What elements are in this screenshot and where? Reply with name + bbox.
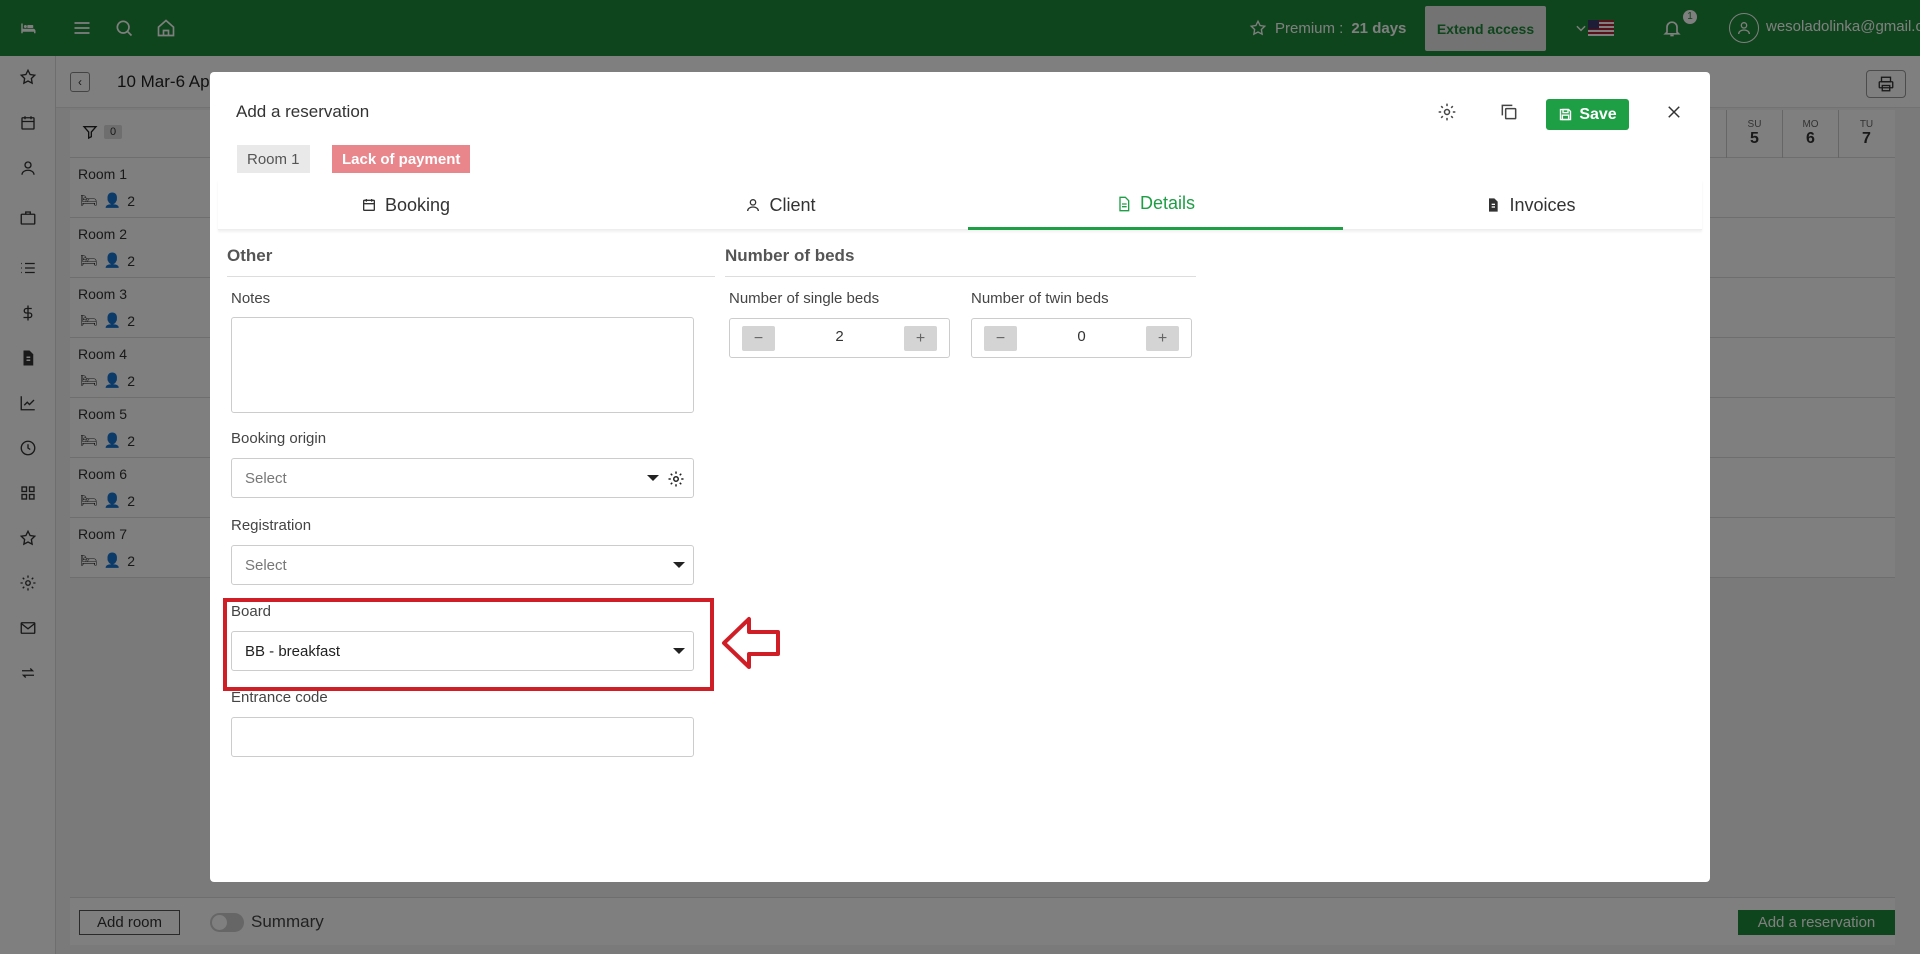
decrement-button[interactable]: −	[742, 326, 775, 351]
caret-down-icon	[647, 475, 659, 481]
payment-status-badge: Lack of payment	[332, 145, 471, 173]
twin-beds-value[interactable]: 0	[1022, 328, 1141, 345]
registration-select[interactable]: Select	[231, 545, 694, 585]
booking-origin-label: Booking origin	[231, 430, 327, 447]
room-tag: Room 1	[237, 145, 310, 173]
increment-button[interactable]: +	[904, 326, 937, 351]
caret-down-icon	[673, 562, 685, 568]
tab-invoices[interactable]: Invoices	[1343, 180, 1718, 230]
modal-title: Add a reservation	[236, 102, 370, 121]
single-beds-stepper: − 2 +	[729, 318, 950, 358]
decrement-button[interactable]: −	[984, 326, 1017, 351]
tab-client[interactable]: Client	[593, 180, 968, 230]
tab-label: Client	[769, 194, 816, 215]
close-button[interactable]	[1662, 100, 1686, 124]
arrow-left-icon	[721, 615, 781, 676]
calendar-icon	[362, 199, 375, 211]
modal-tabs: Booking Client Details Invoices	[218, 180, 1702, 230]
tab-details[interactable]: Details	[968, 180, 1343, 230]
add-reservation-modal: Add a reservation Save Room 1 Lack of pa…	[210, 72, 1710, 882]
twin-beds-label: Number of twin beds	[971, 290, 1109, 307]
entrance-code-label: Entrance code	[231, 689, 328, 706]
copy-button[interactable]	[1497, 100, 1521, 124]
other-section-title: Other	[227, 246, 273, 265]
tab-booking[interactable]: Booking	[218, 180, 593, 230]
save-label: Save	[1579, 105, 1617, 123]
board-highlight-box	[223, 598, 714, 691]
beds-section-title: Number of beds	[725, 246, 855, 265]
gear-icon[interactable]	[667, 470, 685, 488]
tab-label: Details	[1139, 193, 1196, 213]
entrance-code-input[interactable]	[231, 717, 694, 757]
section-divider	[725, 276, 1196, 277]
single-beds-value[interactable]: 2	[780, 328, 899, 345]
floppy-icon	[1560, 108, 1572, 121]
gear-icon	[1438, 103, 1456, 121]
copy-icon	[1501, 104, 1517, 120]
notes-textarea[interactable]	[231, 317, 694, 413]
close-icon	[1668, 106, 1680, 118]
settings-button[interactable]	[1435, 100, 1459, 124]
user-icon	[747, 199, 760, 212]
registration-placeholder: Select	[245, 556, 287, 574]
section-divider	[227, 276, 715, 277]
registration-label: Registration	[231, 517, 312, 534]
booking-origin-placeholder: Select	[245, 469, 287, 487]
increment-button[interactable]: +	[1146, 326, 1179, 351]
single-beds-label: Number of single beds	[729, 290, 880, 307]
booking-origin-select[interactable]: Select	[231, 458, 694, 498]
document-icon	[1119, 196, 1130, 211]
notes-label: Notes	[231, 290, 271, 307]
tab-label: Invoices	[1509, 194, 1576, 215]
invoice-icon	[1489, 198, 1499, 212]
tab-label: Booking	[384, 194, 451, 215]
twin-beds-stepper: − 0 +	[971, 318, 1192, 358]
save-button[interactable]: Save	[1546, 99, 1629, 130]
